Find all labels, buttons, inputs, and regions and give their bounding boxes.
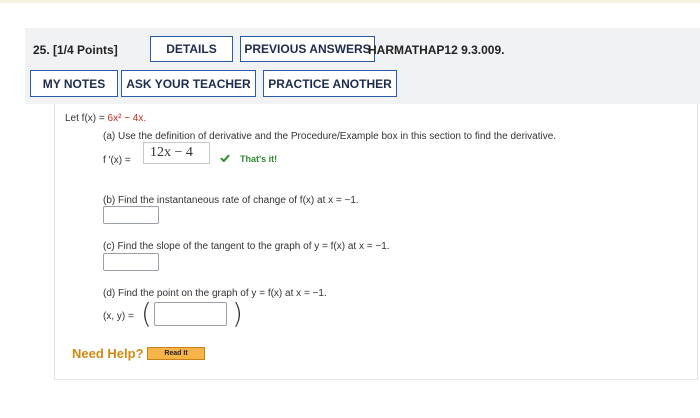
details-button[interactable]: DETAILS xyxy=(150,36,233,62)
question-number-points: 25. [1/4 Points] xyxy=(33,43,118,57)
part-c-answer-field[interactable] xyxy=(103,253,159,271)
read-it-button[interactable]: Read It xyxy=(147,347,205,360)
ask-your-teacher-button[interactable]: ASK YOUR TEACHER xyxy=(121,70,256,97)
part-b-prompt: (b) Find the instantaneous rate of chang… xyxy=(103,195,359,206)
part-c-prompt: (c) Find the slope of the tangent to the… xyxy=(103,241,390,252)
checkmark-icon xyxy=(220,154,230,162)
question-content: Let f(x) = 6x² − 4x. (a) Use the definit… xyxy=(54,104,698,380)
intro-prefix: Let f(x) = xyxy=(65,113,108,124)
part-a-prompt: (a) Use the definition of derivative and… xyxy=(103,131,557,142)
part-a-label: f '(x) = xyxy=(103,155,131,166)
my-notes-button[interactable]: MY NOTES xyxy=(30,70,118,97)
part-d-answer-field[interactable] xyxy=(154,302,227,326)
intro-function: 6x² − 4x. xyxy=(107,113,147,124)
correct-feedback: That's it! xyxy=(240,154,278,164)
need-help-label: Need Help? xyxy=(72,346,144,361)
open-paren: ( xyxy=(141,297,152,330)
part-d-label: (x, y) = xyxy=(103,311,134,322)
practice-another-button[interactable]: PRACTICE ANOTHER xyxy=(263,70,397,97)
question-header: 25. [1/4 Points] DETAILS PREVIOUS ANSWER… xyxy=(25,28,700,104)
top-divider xyxy=(0,0,700,3)
close-paren: ) xyxy=(232,297,243,330)
part-a-answer-field[interactable]: 12x − 4 xyxy=(143,142,210,164)
part-d-prompt: (d) Find the point on the graph of y = f… xyxy=(103,288,327,299)
assignment-code: HARMATHAP12 9.3.009. xyxy=(368,43,505,57)
part-b-answer-field[interactable] xyxy=(103,206,159,224)
previous-answers-button[interactable]: PREVIOUS ANSWERS xyxy=(240,36,375,62)
problem-intro: Let f(x) = 6x² − 4x. xyxy=(65,113,146,124)
